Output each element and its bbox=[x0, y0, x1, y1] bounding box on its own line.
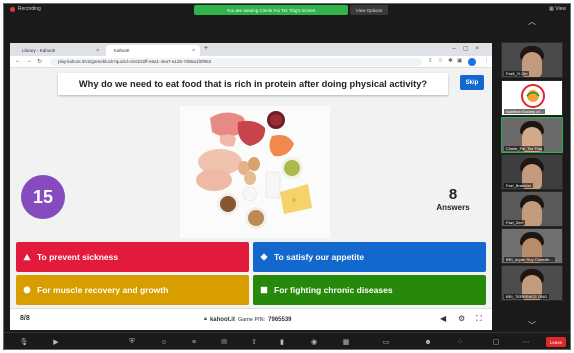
participant-tile[interactable]: Fazli_Yi Qin bbox=[501, 42, 563, 78]
pin-value: 7965539 bbox=[268, 316, 292, 323]
share-icon[interactable]: ⇪ bbox=[428, 58, 433, 64]
microphone-icon[interactable]: 🎙︎ bbox=[18, 336, 30, 348]
tab-label: Kahoot! bbox=[114, 48, 130, 53]
more-icon[interactable]: ⋯ bbox=[520, 336, 532, 348]
zoom-top-bar: Recording You are viewing Cinnie Fai Tsz… bbox=[4, 4, 570, 16]
chevron-up-icon[interactable]: ︿ bbox=[528, 16, 536, 27]
view-label: View bbox=[555, 6, 566, 12]
participant-tile[interactable]: BRI_TERRENCE ONG bbox=[501, 265, 563, 301]
answers-count-number: 8 bbox=[448, 186, 458, 203]
fullscreen-icon[interactable]: ⛶ bbox=[476, 314, 482, 324]
answer-option-blue[interactable]: To satisfy our appetite bbox=[253, 242, 486, 272]
puzzle-icon[interactable]: ▣ bbox=[457, 58, 462, 64]
tab-label: Library - Kahoot! bbox=[22, 48, 56, 53]
record-icon[interactable]: ◉ bbox=[308, 336, 320, 348]
skip-button[interactable]: Skip bbox=[460, 75, 484, 90]
menu-icon[interactable]: ⋮ bbox=[484, 58, 490, 64]
reactions-icon[interactable]: ☻︎ bbox=[422, 336, 434, 348]
forward-icon[interactable]: → bbox=[26, 58, 32, 64]
answer-label: For fighting chronic diseases bbox=[274, 285, 393, 295]
share-banner: You are viewing Cinnie Fai Tsz Ting's sc… bbox=[194, 5, 348, 15]
participant-tile[interactable]: BRI_Aryan Roy Chowdh... bbox=[501, 228, 563, 264]
kahoot-game: Why do we need to eat food that is rich … bbox=[10, 68, 492, 330]
participant-name: Nutrition Society of... bbox=[504, 109, 545, 114]
chat-icon[interactable]: ✉︎ bbox=[218, 336, 230, 348]
participant-name: Fazli_Yi Qin bbox=[504, 71, 530, 76]
participant-name: Fazl_Brandon bbox=[504, 183, 533, 188]
leave-button[interactable]: Leave bbox=[546, 337, 566, 347]
extension-icon[interactable]: ✱ bbox=[448, 58, 453, 64]
closed-caption-icon[interactable]: ▭ bbox=[380, 336, 392, 348]
zoom-toolbar: 🎙︎ ▶︎ ⛨ ☺︎ ≡ ✉︎ ⇧ ▮ ◉ ▦ ▭ ☻︎ ⁘ ▢ ⋯ Leave bbox=[4, 332, 570, 349]
answer-label: For muscle recovery and growth bbox=[37, 285, 169, 295]
pin-label: Game PIN: bbox=[237, 316, 266, 323]
participant-name: Cinnie_Fai_Tsz Ting bbox=[504, 146, 545, 151]
address-row: ← → ↻ play.kahoot.it/v2/gameblock?quizId… bbox=[10, 56, 492, 68]
poll-icon[interactable]: ≡ bbox=[188, 336, 200, 348]
participant-name: Fazl_Zee bbox=[504, 220, 525, 225]
browser-tabstrip: Library - Kahoot! × Kahoot! × + –▢× bbox=[10, 43, 492, 56]
view-button[interactable]: ▦ View bbox=[549, 6, 566, 12]
address-bar[interactable]: play.kahoot.it/v2/gameblock?quizId=0c622… bbox=[50, 58, 422, 66]
volume-icon[interactable]: ◀︎ bbox=[440, 314, 446, 323]
question-text: Why do we need to eat food that is rich … bbox=[58, 73, 448, 95]
question-counter: 8/8 bbox=[20, 315, 30, 322]
recording-label: Recording bbox=[18, 6, 41, 12]
circle-icon bbox=[23, 286, 31, 294]
game-pin: 🔒︎ kahoot.it Game PIN: 7965539 bbox=[204, 316, 292, 323]
tab-library[interactable]: Library - Kahoot! × bbox=[14, 45, 104, 56]
participant-name: BRI_TERRENCE ONG bbox=[504, 294, 550, 299]
breakout-rooms-icon[interactable]: ▦ bbox=[340, 336, 352, 348]
apps-icon[interactable]: ⁘ bbox=[454, 336, 466, 348]
triangle-icon bbox=[23, 253, 31, 261]
recording-indicator[interactable]: Recording bbox=[10, 6, 41, 12]
record-dot-icon bbox=[10, 6, 15, 12]
answers-count-label: Answers bbox=[436, 203, 470, 212]
security-icon[interactable]: ⛨ bbox=[126, 336, 138, 348]
answer-option-green[interactable]: For fighting chronic diseases bbox=[253, 275, 486, 305]
view-options-button[interactable]: View Options bbox=[350, 5, 388, 15]
kahoot-bottom-bar: 8/8 🔒︎ kahoot.it Game PIN: 7965539 ◀︎ ⚙︎… bbox=[10, 308, 492, 330]
new-tab-icon[interactable]: + bbox=[204, 45, 208, 52]
profile-avatar[interactable] bbox=[468, 58, 476, 66]
close-icon[interactable]: × bbox=[192, 48, 195, 54]
participant-tile[interactable]: Nutrition Society of... bbox=[501, 80, 563, 116]
diamond-icon bbox=[260, 253, 268, 261]
participant-name: BRI_Aryan Roy Chowdh... bbox=[504, 257, 555, 262]
square-icon bbox=[260, 286, 268, 294]
analytics-icon[interactable]: ▮ bbox=[276, 336, 288, 348]
answer-option-red[interactable]: To prevent sickness bbox=[16, 242, 249, 272]
whiteboard-icon[interactable]: ▢ bbox=[490, 336, 502, 348]
timer-countdown: 15 bbox=[21, 175, 65, 219]
answer-label: To prevent sickness bbox=[37, 252, 119, 262]
answer-label: To satisfy our appetite bbox=[274, 252, 365, 262]
video-camera-icon[interactable]: ▶︎ bbox=[50, 336, 62, 348]
answers-counter: 8 Answers bbox=[424, 186, 482, 212]
participant-tile[interactable]: Fazl_Brandon bbox=[501, 154, 563, 190]
tab-kahoot[interactable]: Kahoot! × bbox=[106, 45, 200, 56]
protein-foods-image bbox=[180, 106, 330, 238]
close-icon[interactable]: × bbox=[96, 48, 99, 54]
back-icon[interactable]: ← bbox=[15, 58, 21, 64]
zoom-window: Recording You are viewing Cinnie Fai Tsz… bbox=[3, 3, 571, 350]
window-controls[interactable]: –▢× bbox=[452, 45, 486, 52]
participant-tile[interactable]: Fazl_Zee bbox=[501, 191, 563, 227]
settings-icon[interactable]: ⚙︎ bbox=[458, 314, 465, 323]
answer-option-yellow[interactable]: For muscle recovery and growth bbox=[16, 275, 249, 305]
share-screen-icon[interactable]: ⇧ bbox=[248, 336, 260, 348]
participant-gallery: ︿ Fazli_Yi Qin Nutrition Society of... C… bbox=[498, 16, 570, 331]
reload-icon[interactable]: ↻ bbox=[37, 58, 42, 65]
participants-icon[interactable]: ☺︎ bbox=[158, 336, 170, 348]
star-icon[interactable]: ☆ bbox=[438, 58, 443, 64]
participant-tile-active[interactable]: Cinnie_Fai_Tsz Ting bbox=[501, 117, 563, 153]
site-name: kahoot.it bbox=[209, 316, 235, 323]
chevron-down-icon[interactable]: ﹀ bbox=[528, 320, 536, 331]
shared-screen: Library - Kahoot! × Kahoot! × + –▢× ← → … bbox=[10, 43, 492, 330]
lock-icon: 🔒︎ bbox=[204, 316, 207, 322]
